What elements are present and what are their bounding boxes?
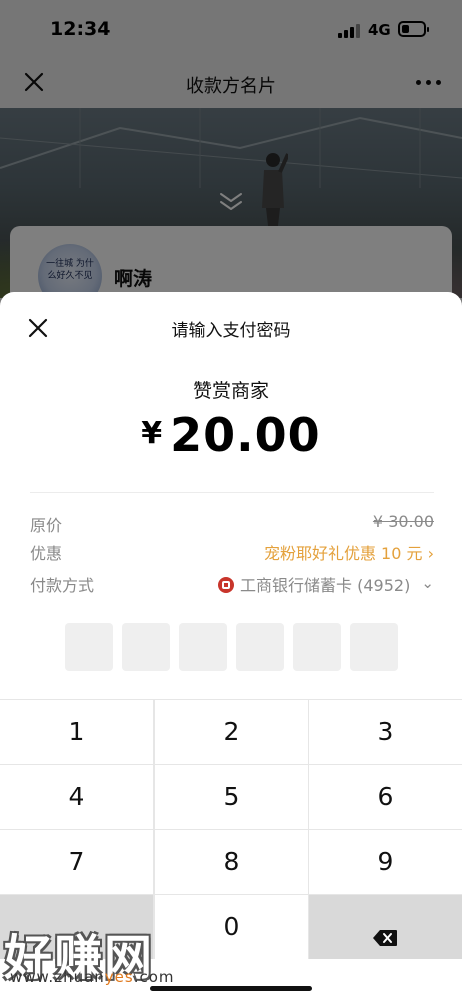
merchant-label: 赞赏商家 [192,380,269,402]
watermark-url: www.zhuanyes.com [10,968,175,986]
payment-method-value[interactable]: 工商银行储蓄卡 (4952) ⌄ [218,572,434,596]
divider [30,492,434,493]
payment-amount: ¥20.00 [0,408,462,462]
key-2[interactable]: 2 [155,700,308,764]
pin-digit-box [122,623,170,671]
key-9[interactable]: 9 [309,830,462,894]
pin-digit-box [236,623,284,671]
payment-method-row[interactable]: 付款方式 工商银行储蓄卡 (4952) ⌄ [30,572,434,596]
bank-icon [218,577,235,593]
amount-value: 20.00 [170,408,321,462]
key-8[interactable]: 8 [155,830,308,894]
key-7[interactable]: 7 [0,830,153,894]
key-1[interactable]: 1 [0,700,153,764]
discount-value[interactable]: 宠粉耶好礼优惠 10 元 › [264,540,434,564]
payment-sheet: 请输入支付密码 赞赏商家 ¥20.00 原价 ¥ 30.00 优惠 宠粉耶好礼优… [0,292,462,1000]
original-price-value: ¥ 30.00 [372,512,434,531]
discount-label: 优惠 [30,544,63,563]
pin-digit-box [350,623,398,671]
key-3[interactable]: 3 [309,700,462,764]
home-indicator[interactable] [150,986,312,991]
pin-input[interactable] [65,623,399,671]
sheet-title: 请输入支付密码 [171,321,291,341]
chevron-down-icon: ⌄ [421,574,434,592]
pin-digit-box [65,623,113,671]
original-price-label: 原价 [30,516,63,535]
currency-symbol: ¥ [141,416,163,451]
key-4[interactable]: 4 [0,765,153,829]
bank-card-label: 工商银行储蓄卡 (4952) [240,576,411,595]
pin-digit-box [293,623,341,671]
key-delete[interactable] [309,895,462,959]
pin-digit-box [179,623,227,671]
discount-row[interactable]: 优惠 宠粉耶好礼优惠 10 元 › [30,540,434,564]
key-5[interactable]: 5 [155,765,308,829]
original-price-row: 原价 ¥ 30.00 [30,512,434,536]
watermark: 好赚网 www.zhuanyes.com [4,918,204,988]
backspace-icon[interactable] [372,929,398,947]
payment-method-label: 付款方式 [30,576,95,595]
key-6[interactable]: 6 [309,765,462,829]
